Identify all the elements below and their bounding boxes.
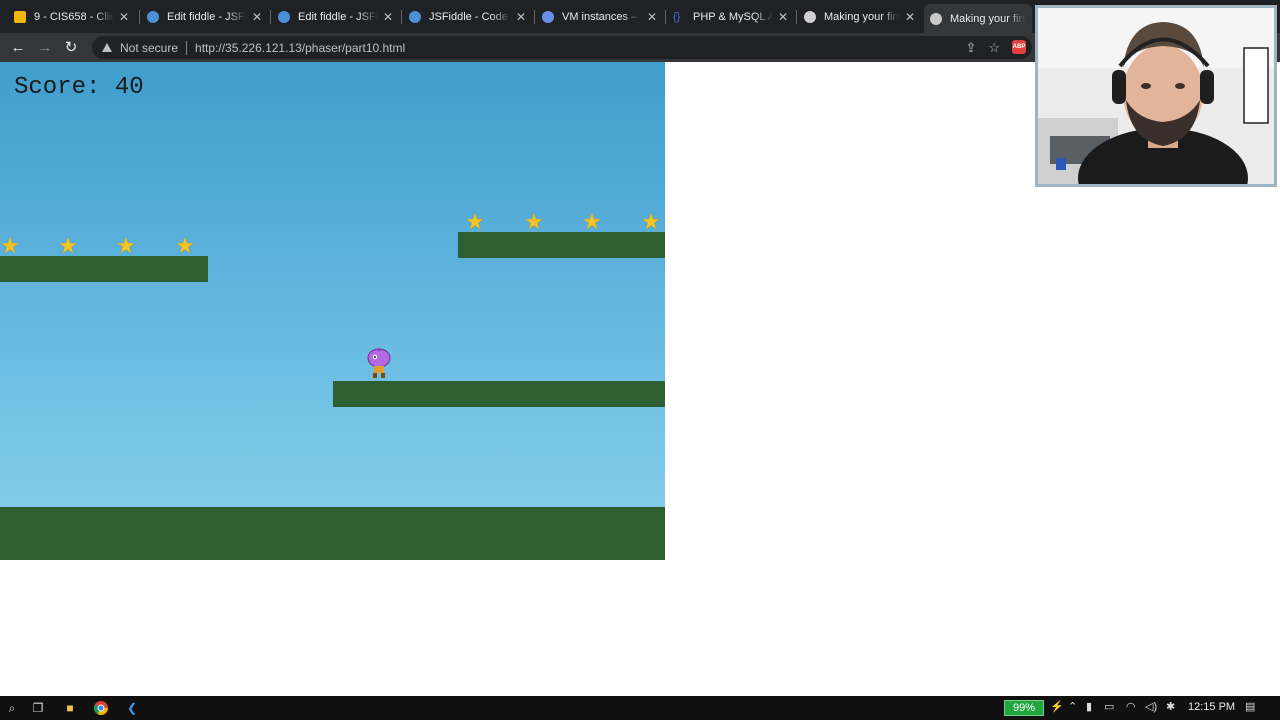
tab-cis658[interactable]: 9 - CIS658 - Clien ✕: [8, 6, 136, 28]
tab-making-first-active[interactable]: Making your first: [924, 4, 1032, 33]
close-icon[interactable]: ✕: [382, 10, 394, 24]
tab-php-mysql[interactable]: {} PHP & MySQL A ✕: [667, 6, 795, 28]
tab-divider: [270, 10, 271, 24]
folder-icon: [14, 11, 26, 23]
globe-icon: [930, 12, 942, 25]
gcp-icon: [542, 11, 554, 23]
tab-divider: [665, 10, 666, 24]
back-button[interactable]: ←: [7, 37, 29, 59]
tab-divider: [139, 10, 140, 24]
platform-middle-ledge: [333, 381, 665, 407]
omnibox-divider: [186, 40, 188, 55]
chrome-icon[interactable]: [93, 700, 109, 716]
bluetooth-icon[interactable]: ✱: [1166, 700, 1175, 713]
star: ★: [0, 233, 20, 258]
omnibox-actions: ⇪ ☆ ABP: [965, 40, 1026, 56]
forward-button[interactable]: →: [34, 37, 56, 59]
volume-icon[interactable]: ◁): [1145, 700, 1157, 713]
close-icon[interactable]: ✕: [251, 10, 263, 24]
webcam-image: [1038, 8, 1274, 184]
braces-icon: {}: [673, 11, 681, 23]
cloud-icon: [278, 11, 290, 23]
tab-title: 9 - CIS658 - Clien: [34, 11, 114, 23]
screen: 9 - CIS658 - Clien ✕ Edit fiddle - JSFid…: [0, 0, 1280, 720]
star: ★: [116, 233, 136, 258]
tab-vm-instances[interactable]: VM instances – C ✕: [536, 6, 664, 28]
task-view-icon[interactable]: ❐: [30, 700, 46, 716]
tab-edit-fiddle-2[interactable]: Edit fiddle - JSFid ✕: [272, 6, 400, 28]
tab-title: PHP & MySQL A: [693, 11, 773, 23]
cloud-icon: [409, 11, 421, 23]
tab-jsfiddle[interactable]: JSFiddle - Code P ✕: [403, 6, 533, 28]
star: ★: [58, 233, 78, 258]
star: ★: [465, 209, 485, 234]
chevron-up-icon[interactable]: ⌃: [1068, 700, 1077, 713]
tab-title: VM instances – C: [562, 11, 642, 23]
tab-divider: [401, 10, 402, 24]
ground: [0, 507, 665, 560]
search-icon[interactable]: ⌕: [4, 700, 20, 716]
close-icon[interactable]: ✕: [118, 10, 130, 24]
reload-button[interactable]: ↻: [60, 37, 82, 59]
star: ★: [524, 209, 544, 234]
file-explorer-icon[interactable]: ■: [62, 700, 78, 716]
platform-left-ledge: [0, 256, 208, 282]
cloud-icon: [147, 11, 159, 23]
bookmark-star-icon[interactable]: ☆: [988, 40, 1000, 56]
platform-right-ledge: [458, 232, 665, 258]
url-text[interactable]: http://35.226.121.13/phaser/part10.html: [195, 41, 405, 55]
close-icon[interactable]: ✕: [515, 10, 527, 24]
wifi-icon[interactable]: ◠: [1126, 700, 1136, 713]
warning-icon: [102, 43, 112, 52]
phaser-icon: [804, 11, 816, 23]
notifications-icon[interactable]: ▤: [1245, 700, 1255, 713]
address-bar[interactable]: Not secure http://35.226.121.13/phaser/p…: [92, 36, 1032, 59]
tab-edit-fiddle-1[interactable]: Edit fiddle - JSFid ✕: [141, 6, 269, 28]
adblock-icon[interactable]: ABP: [1012, 40, 1026, 54]
security-label[interactable]: Not secure: [120, 41, 178, 55]
tab-title: Making your first: [824, 11, 900, 23]
tab-title: Edit fiddle - JSFid: [167, 11, 247, 23]
star: ★: [582, 209, 602, 234]
power-plug-icon[interactable]: ⚡: [1050, 700, 1064, 713]
share-icon[interactable]: ⇪: [965, 40, 976, 56]
tab-title: Edit fiddle - JSFid: [298, 11, 378, 23]
clock[interactable]: 12:15 PM: [1188, 701, 1235, 713]
windows-taskbar: ⌕ ❐ ■ ❮ 99% ⚡ ⌃ ▮ ▭ ◠ ◁) ✱ 12:15 PM ▤: [0, 696, 1280, 720]
tab-title: Making your first: [950, 12, 1026, 25]
network-icon[interactable]: ▭: [1104, 700, 1114, 713]
close-icon[interactable]: ✕: [904, 10, 916, 24]
chrome-logo: [93, 701, 108, 715]
player-character: [367, 347, 391, 378]
close-icon[interactable]: ✕: [777, 10, 789, 24]
tab-making-first-1[interactable]: Making your first ✕: [798, 6, 922, 28]
battery-indicator[interactable]: 99%: [1004, 700, 1044, 716]
star: ★: [641, 209, 661, 234]
tab-divider: [796, 10, 797, 24]
vscode-icon[interactable]: ❮: [124, 700, 140, 716]
tab-divider: [534, 10, 535, 24]
close-icon[interactable]: ✕: [646, 10, 658, 24]
score-text: Score: 40: [14, 74, 144, 101]
webcam-overlay: [1035, 5, 1277, 187]
game-canvas[interactable]: Score: 40 ★ ★ ★ ★ ★ ★ ★ ★: [0, 62, 665, 560]
microphone-icon[interactable]: ▮: [1086, 700, 1092, 713]
tab-title: JSFiddle - Code P: [429, 11, 511, 23]
star: ★: [175, 233, 195, 258]
